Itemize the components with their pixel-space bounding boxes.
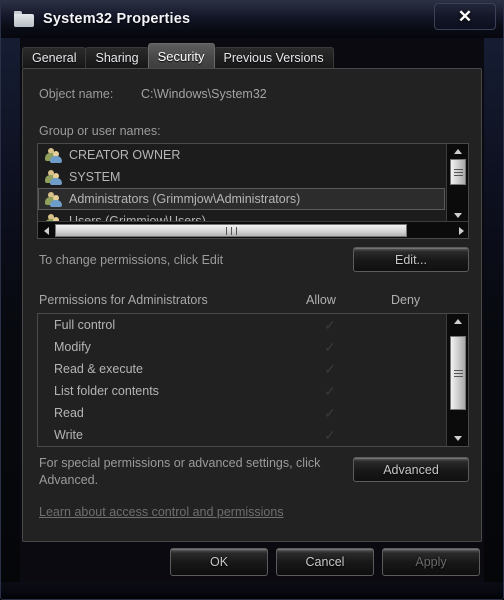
scroll-left-icon[interactable]	[40, 224, 53, 237]
apply-button[interactable]: Apply	[382, 548, 480, 576]
scroll-up-icon[interactable]	[450, 146, 466, 157]
close-icon: ✕	[457, 7, 473, 26]
permission-allow-checkbox[interactable]: ✓	[310, 340, 350, 354]
permission-row[interactable]: Read & execute ✓	[38, 358, 445, 380]
permissions-list-rows: Full control ✓ Modify ✓ Read & execute ✓ List …	[38, 314, 445, 446]
close-button[interactable]: ✕	[434, 3, 496, 30]
object-name-value: C:\Windows\System32	[141, 87, 267, 101]
permissions-for-label: Permissions for Administrators	[39, 293, 208, 307]
ok-button[interactable]: OK	[170, 548, 268, 576]
grip-icon	[453, 368, 463, 379]
dialog-button-row: OK Cancel Apply	[0, 548, 504, 582]
user-list-vertical-scrollbar[interactable]	[446, 144, 468, 223]
deny-column-header: Deny	[391, 293, 421, 307]
tab-sharing[interactable]: Sharing	[85, 47, 149, 68]
permission-allow-checkbox[interactable]: ✓	[310, 362, 350, 376]
window-frame-right	[484, 0, 504, 600]
permission-name: Read & execute	[54, 362, 143, 376]
group-users-icon	[45, 191, 62, 207]
user-list-item[interactable]: CREATOR OWNER	[38, 144, 445, 166]
scroll-down-icon[interactable]	[450, 210, 466, 221]
group-or-user-names-label: Group or user names:	[39, 124, 161, 138]
change-permissions-hint: To change permissions, click Edit	[39, 253, 224, 267]
permission-row[interactable]: List folder contents ✓	[38, 380, 445, 402]
user-list-item-label: Administrators (Grimmjow\Administrators)	[69, 192, 301, 206]
tab-previous-versions[interactable]: Previous Versions	[213, 47, 334, 68]
properties-dialog-window: System32 Properties ✕ General Sharing Secu…	[0, 0, 504, 600]
permission-row[interactable]: Full control ✓	[38, 314, 445, 336]
window-frame-bottom	[0, 582, 504, 600]
title-bar-content: System32 Properties	[14, 0, 190, 38]
object-name-label: Object name:	[39, 87, 114, 101]
permission-row[interactable]: Read ✓	[38, 402, 445, 424]
grip-icon	[453, 167, 463, 178]
permission-allow-checkbox[interactable]: ✓	[310, 406, 350, 420]
permission-name: Write	[54, 428, 83, 442]
user-list-item[interactable]: SYSTEM	[38, 166, 445, 188]
group-users-icon	[45, 169, 62, 185]
permission-row[interactable]: Modify ✓	[38, 336, 445, 358]
grip-icon	[224, 226, 239, 235]
window-frame-left	[0, 0, 20, 600]
title-bar[interactable]: System32 Properties ✕	[0, 0, 504, 38]
tab-general[interactable]: General	[22, 47, 87, 68]
permissions-list[interactable]: Full control ✓ Modify ✓ Read & execute ✓ List …	[37, 313, 469, 447]
security-tab-panel: Object name: C:\Windows\System32 Group o…	[22, 68, 482, 542]
user-list-horizontal-scroll-thumb[interactable]	[55, 224, 407, 237]
user-list-vertical-scroll-thumb[interactable]	[450, 159, 466, 185]
permission-allow-checkbox[interactable]: ✓	[310, 384, 350, 398]
user-list-rows: CREATOR OWNER SYSTEM Administrators (Grimm…	[38, 144, 445, 232]
allow-column-header: Allow	[306, 293, 336, 307]
cancel-button[interactable]: Cancel	[276, 548, 374, 576]
permissions-vertical-scrollbar[interactable]	[446, 314, 468, 446]
user-list-item-label: CREATOR OWNER	[69, 148, 181, 162]
advanced-button[interactable]: Advanced	[353, 457, 469, 482]
scroll-right-icon[interactable]	[455, 224, 468, 237]
advanced-settings-hint: For special permissions or advanced sett…	[39, 456, 321, 487]
tab-security[interactable]: Security	[147, 43, 215, 68]
tab-strip: General Sharing Security Previous Versions	[22, 43, 334, 68]
edit-button[interactable]: Edit...	[353, 247, 469, 272]
permission-name: Read	[54, 406, 84, 420]
user-list-horizontal-scrollbar[interactable]	[38, 221, 468, 238]
permission-name: Full control	[54, 318, 116, 332]
scroll-up-icon[interactable]	[450, 316, 466, 327]
learn-about-access-control-link[interactable]: Learn about access control and permissio…	[39, 505, 284, 519]
permission-row[interactable]: Write ✓	[38, 424, 445, 446]
user-list-item[interactable]: Administrators (Grimmjow\Administrators)	[38, 188, 445, 210]
permission-allow-checkbox[interactable]: ✓	[310, 428, 350, 442]
permission-name: List folder contents	[54, 384, 159, 398]
folder-icon	[14, 11, 34, 27]
permission-allow-checkbox[interactable]: ✓	[310, 318, 350, 332]
permission-name: Modify	[54, 340, 91, 354]
permissions-vertical-scroll-thumb[interactable]	[450, 336, 466, 410]
group-or-user-names-list[interactable]: CREATOR OWNER SYSTEM Administrators (Grimm…	[37, 143, 469, 239]
scroll-down-icon[interactable]	[450, 433, 466, 444]
user-list-item-label: SYSTEM	[69, 170, 121, 184]
group-users-icon	[45, 147, 62, 163]
window-title: System32 Properties	[43, 11, 191, 27]
